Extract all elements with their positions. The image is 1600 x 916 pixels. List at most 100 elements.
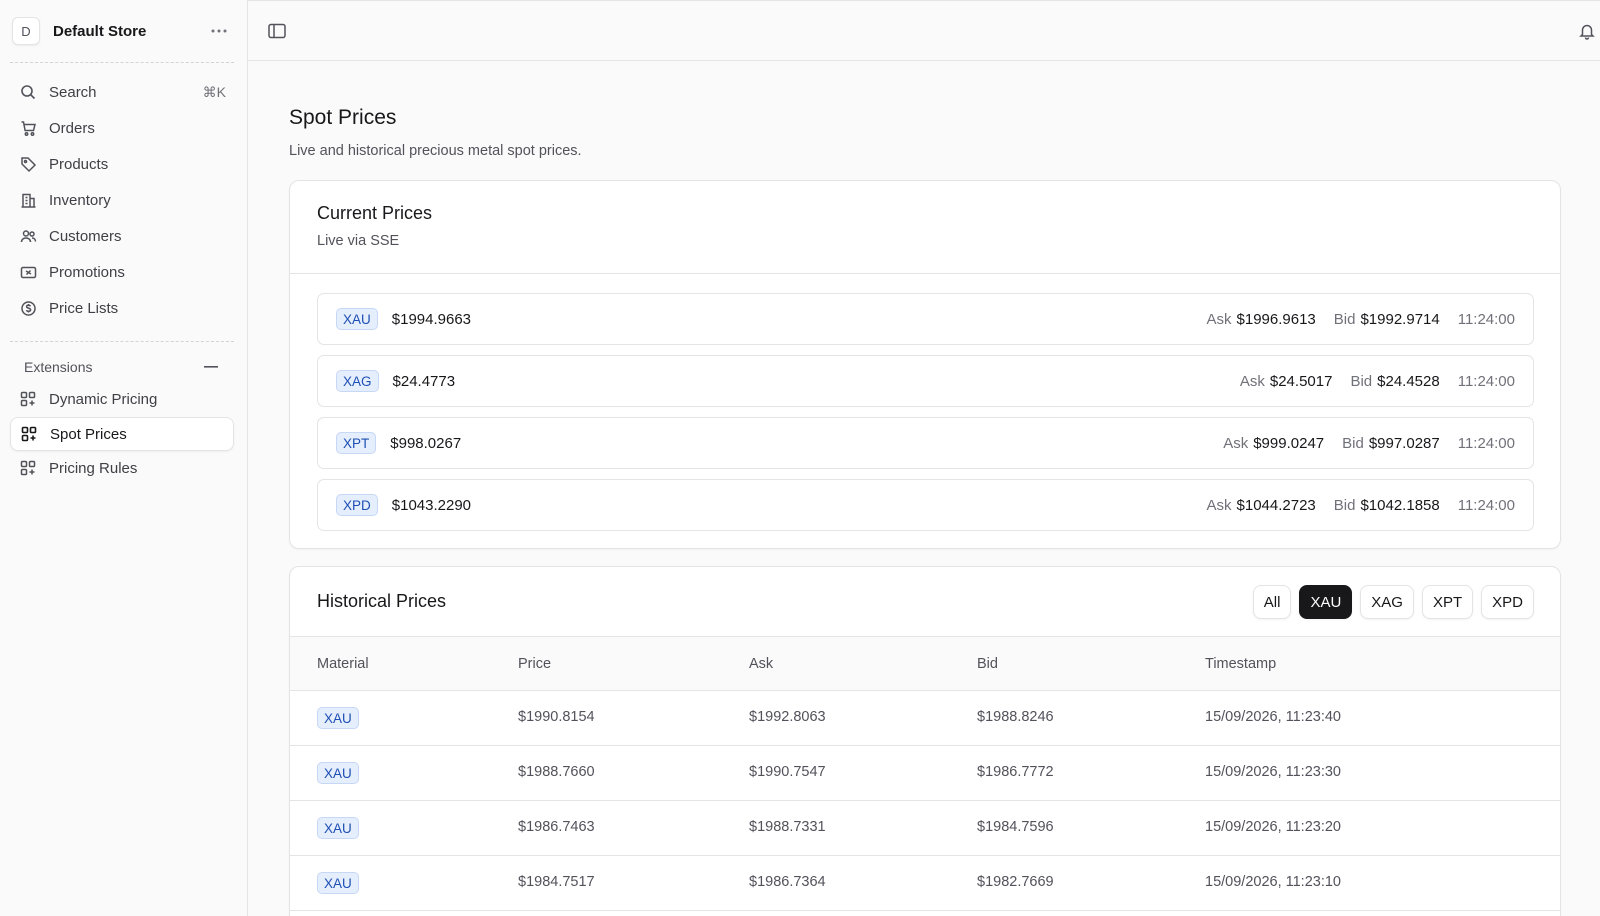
column-header: Bid (977, 656, 998, 672)
sidebar-item-label: Pricing Rules (49, 459, 138, 477)
current-price-row: XAG $24.4773 Ask $24.5017 Bid $24.4528 1… (317, 355, 1534, 407)
ask-value: $24.5017 (1269, 372, 1333, 390)
timestamp-cell: 15/09/2026, 11:23:40 (1205, 709, 1341, 725)
bid-cell: $1982.7669 (977, 874, 1054, 890)
current-prices-card: Current Prices Live via SSE XAU $1994.96… (289, 180, 1561, 549)
metal-badge: XAG (336, 370, 379, 392)
column-header: Timestamp (1205, 656, 1277, 672)
bid-value: $997.0287 (1368, 434, 1440, 452)
ask-cell: $1988.7331 (749, 819, 826, 835)
bid-cell: $1988.8246 (977, 709, 1054, 725)
sidebar-item-customers[interactable]: Customers (10, 219, 234, 253)
bell-icon[interactable] (1578, 21, 1600, 41)
current-price-row: XPT $998.0267 Ask $999.0247 Bid $997.028… (317, 417, 1534, 469)
metal-badge: XAU (336, 308, 378, 330)
card-title: Historical Prices (317, 591, 447, 611)
ask-label: Ask (1206, 310, 1232, 328)
page-subtitle: Live and historical precious metal spot … (289, 143, 582, 159)
column-header: Price (518, 656, 552, 672)
store-switcher[interactable]: D Default Store (12, 16, 234, 46)
metal-badge: XAU (317, 817, 359, 839)
timestamp-cell: 15/09/2026, 11:23:20 (1205, 819, 1341, 835)
price-time: 11:24:00 (1457, 496, 1515, 514)
price-time: 11:24:00 (1457, 372, 1515, 390)
store-name: Default Store (53, 22, 147, 40)
sidebar-item-dynamic-pricing[interactable]: Dynamic Pricing (10, 382, 234, 416)
bid-cell: $1984.7596 (977, 819, 1054, 835)
grid-plus-icon (19, 424, 39, 444)
bid-value: $24.4528 (1377, 372, 1440, 390)
sidebar-item-label: Customers (49, 227, 122, 245)
bid-label: Bid (1350, 372, 1373, 390)
metal-badge: XAU (317, 872, 359, 894)
metal-badge: XPT (336, 432, 377, 454)
filter-all-button[interactable]: All (1252, 585, 1292, 619)
ask-cell: $1990.7547 (749, 764, 826, 780)
material-filter: All XAU XAG XPT XPD (1245, 585, 1534, 619)
card-subtitle: Live via SSE (317, 233, 400, 249)
price-cell: $1988.7660 (518, 764, 595, 780)
current-price: $998.0267 (390, 434, 462, 452)
tag-icon (18, 154, 38, 174)
sidebar-item-products[interactable]: Products (10, 147, 234, 181)
price-time: 11:24:00 (1457, 434, 1515, 452)
filter-xag-button[interactable]: XAG (1360, 585, 1414, 619)
sidebar-item-promotions[interactable]: Promotions (10, 255, 234, 289)
table-row[interactable]: XAU $1986.7463 $1988.7331 $1984.7596 15/… (290, 801, 1560, 856)
ask-label: Ask (1223, 434, 1249, 452)
ask-label: Ask (1239, 372, 1265, 390)
sidebar-item-pricing-rules[interactable]: Pricing Rules (10, 451, 234, 485)
metal-badge: XAU (317, 707, 359, 729)
more-horizontal-icon[interactable] (208, 21, 230, 41)
sidebar-item-label: Dynamic Pricing (49, 390, 158, 408)
table-row[interactable]: XAU $1990.8154 $1992.8063 $1988.8246 15/… (290, 691, 1560, 746)
grid-plus-icon (18, 389, 38, 409)
card-divider (290, 273, 1560, 274)
cart-icon (18, 118, 38, 138)
sidebar-toggle-icon[interactable] (267, 21, 287, 41)
sidebar-item-spot-prices[interactable]: Spot Prices (10, 417, 234, 451)
sidebar-item-orders[interactable]: Orders (10, 111, 234, 145)
ask-value: $1996.9613 (1236, 310, 1316, 328)
search-shortcut: ⌘K (202, 83, 226, 100)
column-header: Material (317, 656, 369, 672)
bid-label: Bid (1333, 496, 1356, 514)
bid-cell: $1986.7772 (977, 764, 1054, 780)
metal-badge: XAU (317, 762, 359, 784)
minus-icon[interactable] (202, 359, 220, 375)
page-title: Spot Prices (289, 106, 397, 129)
extensions-header[interactable]: Extensions (24, 358, 220, 376)
ask-cell: $1992.8063 (749, 709, 826, 725)
current-price: $1043.2290 (391, 496, 472, 514)
timestamp-cell: 15/09/2026, 11:23:10 (1205, 874, 1341, 890)
price-cell: $1984.7517 (518, 874, 595, 890)
filter-xau-button[interactable]: XAU (1299, 585, 1353, 619)
price-cell: $1990.8154 (518, 709, 595, 725)
card-title: Current Prices (317, 203, 433, 223)
sidebar-item-inventory[interactable]: Inventory (10, 183, 234, 217)
current-price: $24.4773 (392, 372, 456, 390)
extensions-title: Extensions (24, 359, 93, 375)
table-header: Material Price Ask Bid Timestamp (290, 636, 1560, 691)
sidebar-item-label: Price Lists (49, 299, 119, 317)
column-header: Ask (749, 656, 774, 672)
ask-value: $999.0247 (1253, 434, 1325, 452)
bid-value: $1042.1858 (1360, 496, 1440, 514)
sidebar-item-label: Promotions (49, 263, 125, 281)
ticket-icon (18, 262, 38, 282)
current-price-row: XPD $1043.2290 Ask $1044.2723 Bid $1042.… (317, 479, 1534, 531)
current-price: $1994.9663 (391, 310, 472, 328)
price-time: 11:24:00 (1457, 310, 1515, 328)
sidebar: D Default Store Search ⌘K Orders Product… (0, 0, 248, 916)
sidebar-item-price-lists[interactable]: Price Lists (10, 291, 234, 325)
sidebar-item-label: Orders (49, 119, 95, 137)
table-row[interactable]: XAU $1988.7660 $1990.7547 $1986.7772 15/… (290, 746, 1560, 801)
sidebar-item-search[interactable]: Search ⌘K (10, 75, 234, 109)
building-icon (18, 190, 38, 210)
filter-xpd-button[interactable]: XPD (1481, 585, 1534, 619)
table-row[interactable]: XAU $1984.7517 $1986.7364 $1982.7669 15/… (290, 856, 1560, 911)
dollar-circle-icon (18, 298, 38, 318)
sidebar-item-label: Search (49, 83, 97, 101)
sidebar-item-label: Products (49, 155, 109, 173)
filter-xpt-button[interactable]: XPT (1421, 585, 1474, 619)
